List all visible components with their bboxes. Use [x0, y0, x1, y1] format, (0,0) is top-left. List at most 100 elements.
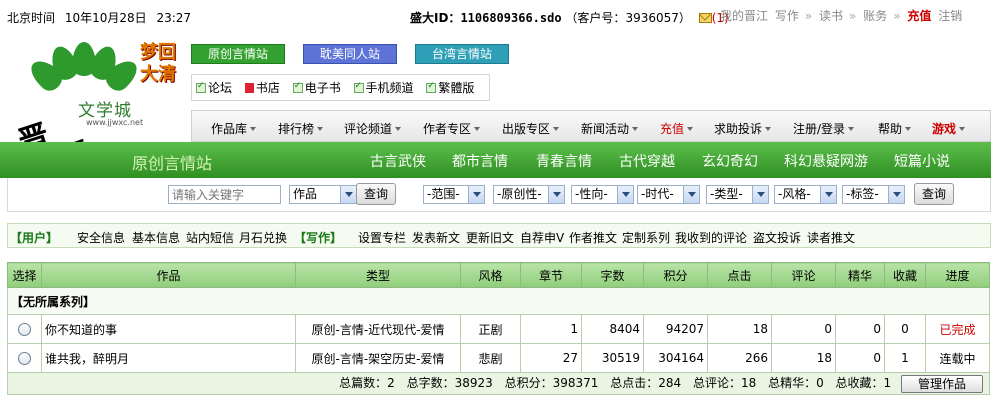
update-article-link[interactable]: 更新旧文	[466, 229, 514, 246]
quicklink-traditional[interactable]: 繁體版	[426, 81, 474, 95]
nav-help[interactable]: 帮助	[878, 120, 912, 137]
chevron-down-icon	[888, 186, 904, 203]
category-link[interactable]: 古代穿越	[619, 151, 675, 171]
quicklink-label: 电子书	[304, 81, 341, 95]
original-romance-site-button[interactable]: 原创言情站	[191, 44, 285, 64]
new-article-link[interactable]: 发表新文	[412, 229, 460, 246]
user-info: 盛大ID：1106809366.sdo （客户号：3936057） (1)	[410, 9, 729, 26]
security-info-link[interactable]: 安全信息	[77, 229, 125, 246]
category-link[interactable]: 都市言情	[452, 151, 508, 171]
nav-review[interactable]: 评论频道	[344, 120, 402, 137]
quicklink-ebook[interactable]: 电子书	[292, 81, 341, 95]
chevron-right-icon: »	[804, 9, 813, 23]
quicklink-mobile[interactable]: 手机频道	[353, 81, 414, 95]
row-radio[interactable]	[18, 323, 31, 336]
work-style: 悲剧	[460, 343, 521, 373]
search-button[interactable]: 查询	[356, 183, 396, 205]
nav-complain[interactable]: 求助投诉	[714, 120, 772, 137]
check-icon	[353, 81, 364, 93]
style-filter[interactable]: -风格-	[774, 185, 837, 204]
category-link[interactable]: 科幻悬疑网游	[784, 151, 868, 171]
logo-domain: www.jjwxc.net	[86, 118, 144, 127]
nav-label: 评论频道	[344, 122, 393, 136]
quicklink-forum[interactable]: 论坛	[196, 81, 232, 95]
write-menu[interactable]: 写作	[775, 9, 799, 23]
quick-links: 论坛 书店 电子书 手机频道 繁體版	[191, 74, 491, 101]
work-title[interactable]: 你不知道的事	[41, 314, 296, 344]
recharge-link[interactable]: 充值	[907, 9, 931, 23]
quicklink-label: 书店	[255, 81, 280, 95]
received-comments-link[interactable]: 我收到的评论	[675, 229, 747, 246]
nav-label: 作者专区	[423, 122, 472, 136]
total-favorites: 总收藏：1	[835, 376, 892, 391]
nav-works[interactable]: 作品库	[211, 120, 257, 137]
table-row: 谁共我，醉明月 原创-言情-架空历史-爱情 悲剧 27 30519 304164…	[7, 343, 990, 373]
nav-game[interactable]: 游戏	[932, 120, 966, 137]
column-settings-link[interactable]: 设置专栏	[358, 229, 406, 246]
select-cell	[7, 343, 42, 373]
taiwan-site-button[interactable]: 台湾言情站	[415, 44, 509, 64]
series-row: 【无所属系列】	[7, 287, 990, 315]
originality-filter[interactable]: -原创性-	[493, 185, 565, 204]
nav-rank[interactable]: 排行榜	[278, 120, 324, 137]
table-header-row: 选择 作品 类型 风格 章节 字数 积分 点击 评论 精华 收藏 进度	[7, 262, 990, 288]
search-input[interactable]	[168, 185, 281, 204]
time-label: 北京时间	[7, 11, 56, 25]
orientation-filter[interactable]: -性向-	[571, 185, 634, 204]
mail-icon[interactable]	[698, 13, 712, 23]
manage-works-button[interactable]: 管理作品	[901, 374, 983, 393]
nav-publish[interactable]: 出版专区	[502, 120, 560, 137]
tag-filter[interactable]: -标签-	[842, 185, 905, 204]
work-title[interactable]: 谁共我，醉明月	[41, 343, 296, 373]
nav-register[interactable]: 注册/登录	[793, 120, 855, 137]
custom-series-link[interactable]: 定制系列	[622, 229, 670, 246]
category-link[interactable]: 玄幻奇幻	[702, 151, 758, 171]
caret-down-icon	[765, 127, 772, 131]
era-filter[interactable]: -时代-	[637, 185, 700, 204]
site-message-link[interactable]: 站内短信	[186, 229, 234, 246]
col-header: 积分	[643, 262, 708, 288]
piracy-complaint-link[interactable]: 盗文投诉	[753, 229, 801, 246]
category-link[interactable]: 短篇小说	[894, 151, 950, 171]
range-filter[interactable]: -范围-	[423, 185, 485, 204]
col-header: 收藏	[884, 262, 926, 288]
search-type-select[interactable]: 作品	[289, 185, 357, 204]
caret-down-icon	[848, 127, 855, 131]
filter-search-button[interactable]: 查询	[914, 183, 954, 205]
check-icon	[426, 81, 437, 93]
nav-recharge[interactable]: 充值	[660, 120, 694, 137]
logout-link[interactable]: 注销	[938, 9, 962, 23]
col-header: 选择	[7, 262, 42, 288]
category-link[interactable]: 青春言情	[536, 151, 592, 171]
quicklink-bookstore[interactable]: 书店	[244, 81, 280, 95]
author-recommend-link[interactable]: 作者推文	[569, 229, 617, 246]
account-menu[interactable]: 账务	[863, 9, 887, 23]
summary-row: 总篇数：2 总字数：38923 总积分：398371 总点击：284 总评论：1…	[7, 372, 990, 395]
work-comments: 18	[771, 343, 836, 373]
chevron-down-icon	[752, 186, 768, 203]
check-icon	[292, 81, 303, 93]
caret-down-icon	[395, 127, 402, 131]
category-link[interactable]: 古言武侠	[370, 151, 426, 171]
nav-news[interactable]: 新闻活动	[581, 120, 639, 137]
reader-recommend-link[interactable]: 读者推文	[807, 229, 855, 246]
genre-filter[interactable]: -类型-	[706, 185, 769, 204]
work-score: 94207	[643, 314, 708, 344]
col-header: 进度	[925, 262, 990, 288]
series-title: 【无所属系列】	[7, 287, 990, 315]
col-header: 作品	[41, 262, 296, 288]
basic-info-link[interactable]: 基本信息	[132, 229, 180, 246]
work-status: 已完成	[925, 314, 990, 344]
col-header: 精华	[835, 262, 885, 288]
danmei-site-button[interactable]: 耽美同人站	[303, 44, 397, 64]
select-value: -性向-	[575, 187, 608, 201]
vip-apply-link[interactable]: 自荐申V	[520, 229, 564, 246]
col-header: 字数	[581, 262, 644, 288]
row-radio[interactable]	[18, 352, 31, 365]
moonstone-link[interactable]: 月石兑换	[239, 229, 287, 246]
nav-label: 新闻活动	[581, 122, 630, 136]
read-menu[interactable]: 读书	[819, 9, 843, 23]
my-jinjiang-link[interactable]: 我的晋江	[720, 9, 768, 23]
nav-author[interactable]: 作者专区	[423, 120, 481, 137]
user-section-label: 【用户】	[10, 231, 59, 245]
